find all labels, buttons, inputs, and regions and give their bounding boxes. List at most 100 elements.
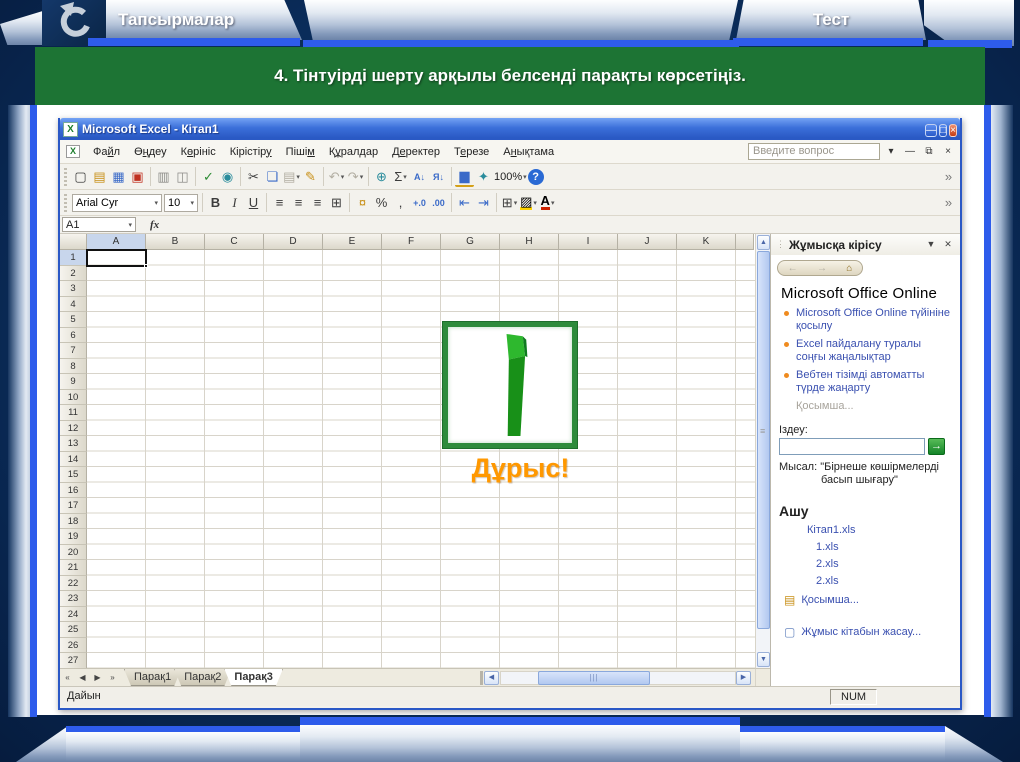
row-header-21[interactable]: 21 <box>60 560 87 576</box>
search-go-button[interactable]: → <box>928 438 945 455</box>
help-button[interactable]: ? <box>528 169 544 185</box>
scroll-right-button[interactable]: ▶ <box>736 671 751 685</box>
row-header-4[interactable]: 4 <box>60 297 87 313</box>
decrease-indent-button[interactable]: ⇤ <box>455 193 474 213</box>
menu-Өңдеу[interactable]: Өңдеу <box>127 143 174 161</box>
row-header-20[interactable]: 20 <box>60 545 87 561</box>
row-header-15[interactable]: 15 <box>60 467 87 483</box>
toolbar-options-button[interactable]: » <box>939 193 958 213</box>
increase-decimal-button[interactable]: +.0 <box>410 193 429 213</box>
menu-Көрініс[interactable]: Көрініс <box>174 143 223 161</box>
select-all-corner[interactable] <box>60 234 87 250</box>
close-workbook-button[interactable]: × <box>940 146 956 157</box>
task-pane-resize-grip[interactable]: ≡ <box>760 426 765 436</box>
paste-button[interactable]: ▤▾ <box>282 167 301 187</box>
row-header-9[interactable]: 9 <box>60 374 87 390</box>
column-header-A[interactable]: A <box>87 234 146 250</box>
horizontal-scroll-thumb[interactable]: ||| <box>538 671 650 685</box>
borders-button[interactable]: ⊞▾ <box>500 193 519 213</box>
menu-dropdown-button[interactable]: ▾ <box>883 146 899 157</box>
row-header-19[interactable]: 19 <box>60 529 87 545</box>
nav-tab-test[interactable]: Тест <box>736 0 926 40</box>
row-header-6[interactable]: 6 <box>60 328 87 344</box>
autosum-button[interactable]: Σ▾ <box>391 167 410 187</box>
search-input[interactable] <box>779 438 925 455</box>
sheet-tab-Парақ1[interactable]: Парақ1 <box>124 669 181 686</box>
cell-grid[interactable] <box>87 250 770 668</box>
vertical-scrollbar[interactable]: ▲ ▼ <box>755 234 770 668</box>
fill-handle[interactable] <box>144 264 148 268</box>
align-right-button[interactable]: ≡ <box>308 193 327 213</box>
restore-workbook-button[interactable]: ⧉ <box>921 146 937 157</box>
recent-file-2.xls[interactable]: 2.xls <box>816 558 952 570</box>
menu-Анықтама[interactable]: Анықтама <box>496 143 561 161</box>
cut-button[interactable]: ✂ <box>244 167 263 187</box>
decrease-decimal-button[interactable]: .00 <box>429 193 448 213</box>
font-size-combo[interactable]: 10▾ <box>164 194 198 212</box>
row-header-13[interactable]: 13 <box>60 436 87 452</box>
column-header-K[interactable]: K <box>677 234 736 250</box>
font-color-button[interactable]: A▾ <box>538 193 557 213</box>
toolbar-grip[interactable] <box>64 168 67 186</box>
column-header-partial[interactable] <box>736 234 754 250</box>
column-header-D[interactable]: D <box>264 234 323 250</box>
permission-button[interactable]: ▣ <box>128 167 147 187</box>
tab-split-handle[interactable] <box>480 671 483 685</box>
row-header-8[interactable]: 8 <box>60 359 87 375</box>
sheet-tab-Парақ2[interactable]: Парақ2 <box>174 669 231 686</box>
fill-color-button[interactable]: ▨▾ <box>519 193 538 213</box>
underline-button[interactable]: U <box>244 193 263 213</box>
percent-style-button[interactable]: % <box>372 193 391 213</box>
align-left-button[interactable]: ≡ <box>270 193 289 213</box>
new-document-button[interactable]: ▢ <box>71 167 90 187</box>
first-sheet-button[interactable]: « <box>60 671 75 685</box>
zoom-level-button[interactable]: 100%▾ <box>493 167 528 187</box>
minimize-workbook-button[interactable]: — <box>902 146 918 157</box>
redo-button[interactable]: ↷▾ <box>346 167 365 187</box>
column-header-J[interactable]: J <box>618 234 677 250</box>
row-header-12[interactable]: 12 <box>60 421 87 437</box>
font-name-combo[interactable]: Arial Cyr▾ <box>72 194 162 212</box>
drawing-button[interactable]: ✦ <box>474 167 493 187</box>
row-header-11[interactable]: 11 <box>60 405 87 421</box>
row-header-5[interactable]: 5 <box>60 312 87 328</box>
row-header-1[interactable]: 1 <box>60 250 87 266</box>
previous-sheet-button[interactable]: ◀ <box>75 671 90 685</box>
row-header-23[interactable]: 23 <box>60 591 87 607</box>
save-button[interactable]: ▦ <box>109 167 128 187</box>
pane-close-button[interactable]: ✕ <box>941 239 955 250</box>
row-header-16[interactable]: 16 <box>60 483 87 499</box>
pane-dropdown-button[interactable]: ▼ <box>924 239 938 250</box>
office-online-link-item[interactable]: Microsoft Office Online түйініне қосылу <box>784 307 952 333</box>
currency-style-button[interactable]: ¤ <box>353 193 372 213</box>
insert-function-button[interactable]: fx <box>150 219 159 231</box>
undo-button[interactable]: ↶▾ <box>327 167 346 187</box>
open-more-link[interactable]: Қосымша... <box>801 594 859 606</box>
insert-hyperlink-button[interactable]: ⊕ <box>372 167 391 187</box>
column-header-E[interactable]: E <box>323 234 382 250</box>
close-button[interactable]: × <box>949 124 957 137</box>
merge-center-button[interactable]: ⊞ <box>327 193 346 213</box>
office-online-link-item[interactable]: Excel пайдалану туралы соңғы жаңалықтар <box>784 338 952 364</box>
row-header-3[interactable]: 3 <box>60 281 87 297</box>
open-button[interactable]: ▤ <box>90 167 109 187</box>
column-header-C[interactable]: C <box>205 234 264 250</box>
print-preview-button[interactable]: ◫ <box>173 167 192 187</box>
selected-cell-A1[interactable] <box>86 249 147 267</box>
column-header-B[interactable]: B <box>146 234 205 250</box>
toolbar-grip[interactable] <box>64 194 67 212</box>
row-header-24[interactable]: 24 <box>60 607 87 623</box>
office-online-link-item[interactable]: Вебтен тізімді автоматты түрде жаңарту <box>784 369 952 395</box>
nav-tab-tasks[interactable]: Тапсырмалар <box>106 0 302 40</box>
spelling-button[interactable]: ✓ <box>199 167 218 187</box>
row-header-10[interactable]: 10 <box>60 390 87 406</box>
row-header-27[interactable]: 27 <box>60 653 87 668</box>
comma-style-button[interactable]: , <box>391 193 410 213</box>
italic-button[interactable]: I <box>225 193 244 213</box>
menu-Кірістіру[interactable]: Кірістіру <box>223 143 279 161</box>
menu-Деректер[interactable]: Деректер <box>385 143 447 161</box>
vertical-scroll-thumb[interactable] <box>757 251 770 629</box>
research-button[interactable]: ◉ <box>218 167 237 187</box>
create-workbook-row[interactable]: ▢ Жұмыс кітабын жасау... <box>784 625 952 639</box>
name-box[interactable]: A1 ▾ <box>62 217 136 232</box>
